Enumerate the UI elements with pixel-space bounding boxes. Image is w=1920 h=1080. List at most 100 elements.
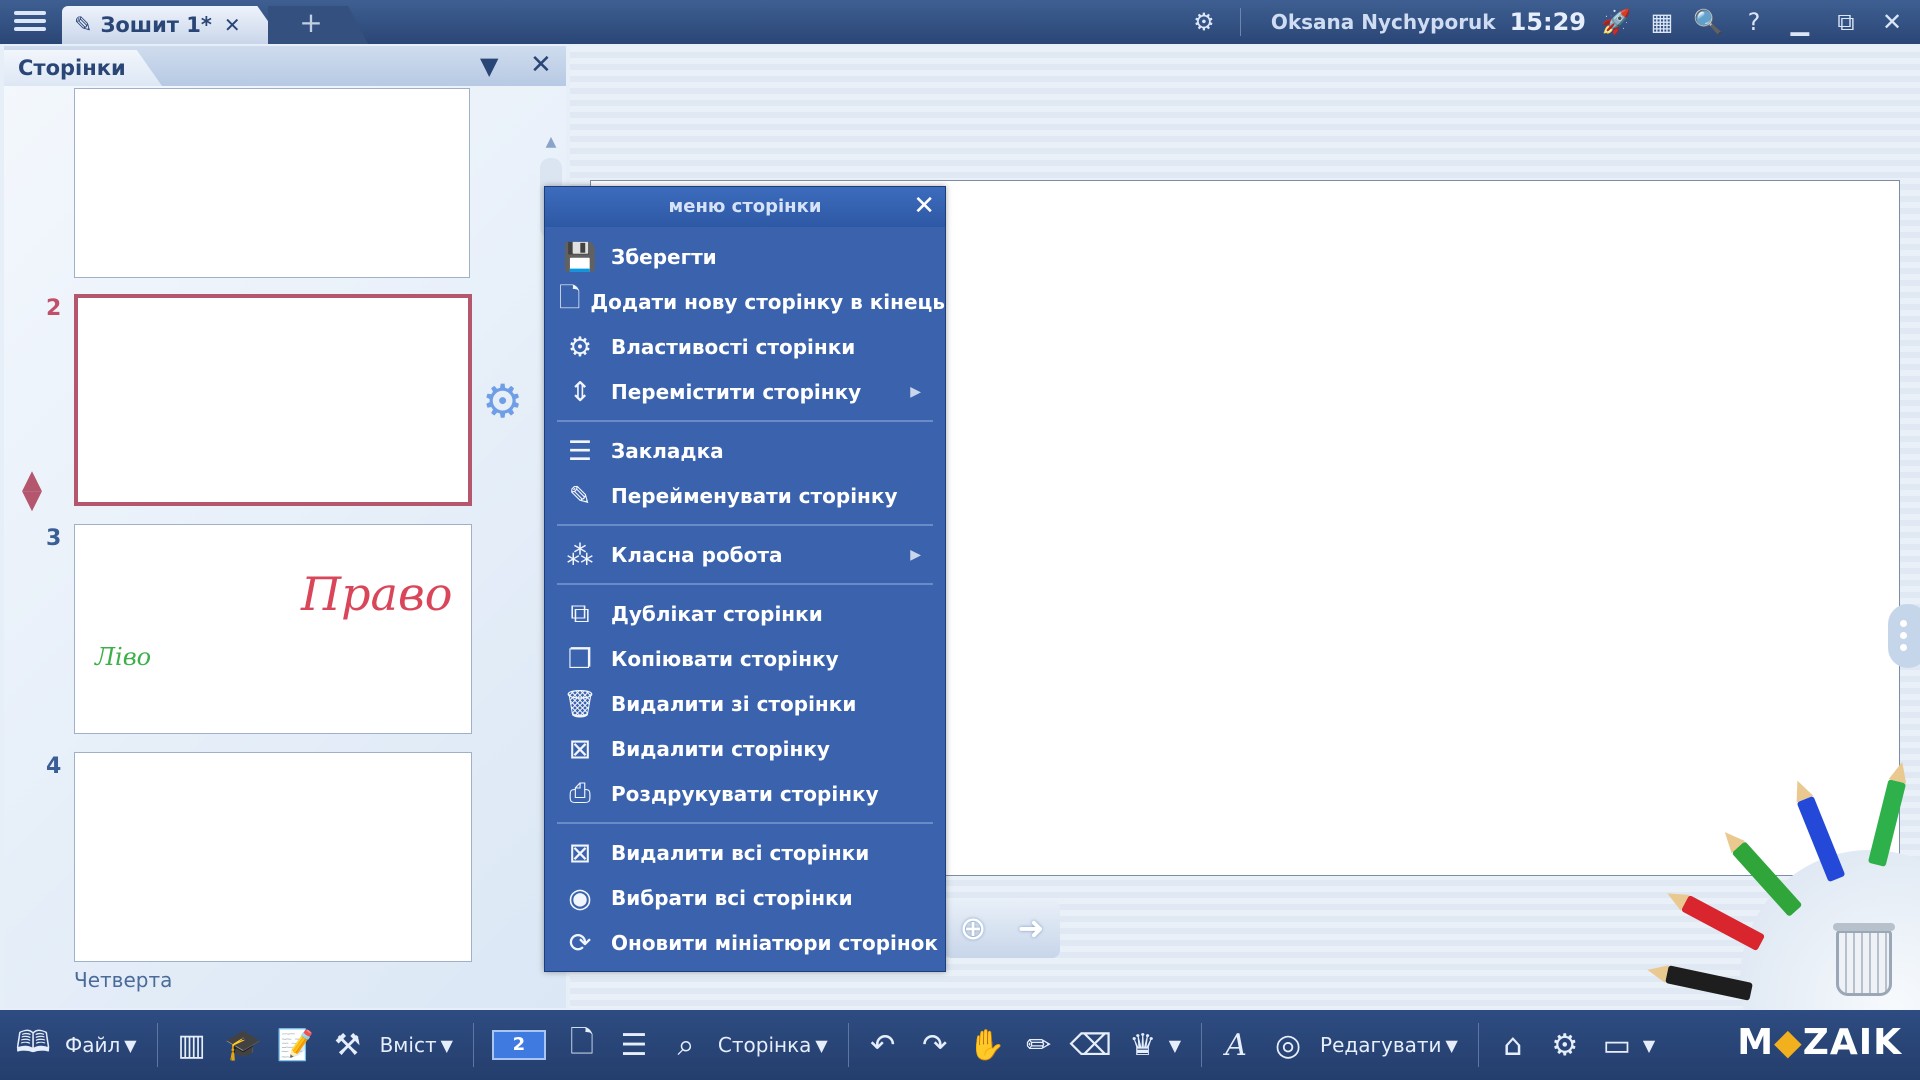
hand-icon[interactable]: ✋ — [964, 1028, 1010, 1063]
highlighter-icon[interactable]: ✏ — [1016, 1028, 1062, 1063]
close-tab-icon[interactable]: ✕ — [224, 13, 241, 37]
scroll-up-icon[interactable]: ▲ — [542, 134, 560, 152]
pages-panel-title[interactable]: Сторінки — [4, 50, 162, 86]
tools-icon[interactable]: ⚒ — [325, 1028, 371, 1063]
panels-icon[interactable]: ▥ — [169, 1028, 215, 1063]
menu-item-save[interactable]: 💾 Зберегти — [545, 235, 945, 279]
menu-item-delete-page[interactable]: ⊠ Видалити сторінку — [545, 727, 945, 771]
crown-icon[interactable]: ♛ — [1120, 1028, 1166, 1063]
refresh-icon: ⟳ — [568, 927, 592, 959]
grid-icon[interactable]: ▦ — [1646, 8, 1678, 36]
chevron-down-icon[interactable]: ▼ — [441, 1036, 453, 1055]
menu-item-duplicate-page[interactable]: ⧉ Дублікат сторінки — [545, 592, 945, 636]
user-name[interactable]: Oksana Nychyporuk — [1271, 10, 1496, 34]
bottom-toolbar: 🕮 Файл ▼ ▥ 🎓 📝 ⚒ Вміст ▼ 2 🗋 ☰ ⌕ Сторінк… — [0, 1010, 1920, 1080]
page-thumbnail-4[interactable] — [74, 752, 472, 962]
page-nav-buttons: ⊕ ➜ — [944, 900, 1060, 958]
page-list-icon[interactable]: ☰ — [611, 1028, 657, 1063]
add-page-icon[interactable]: ⊕ — [944, 900, 1002, 958]
edit-menu[interactable]: Редагувати — [1320, 1033, 1441, 1057]
rename-icon: ✎ — [568, 480, 592, 512]
logo-part: ZAIK — [1802, 1022, 1902, 1063]
page-number-4: 4 — [46, 754, 62, 779]
page-menu-gear-icon[interactable]: ⚙ — [482, 374, 523, 428]
book-icon[interactable]: 🕮 — [10, 1020, 56, 1071]
chevron-down-icon[interactable]: ▼ — [124, 1036, 136, 1055]
redo-icon[interactable]: ↷ — [912, 1028, 958, 1063]
eraser-icon[interactable]: ⌫ — [1068, 1028, 1114, 1063]
delete-page-icon: ⊠ — [568, 733, 592, 765]
menu-item-rename-page[interactable]: ✎ Перейменувати сторінку — [545, 474, 945, 518]
divider — [1239, 8, 1241, 36]
add-page-icon[interactable]: 🗋 — [559, 1020, 605, 1071]
undo-icon[interactable]: ↶ — [860, 1028, 906, 1063]
page-thumbnail-3[interactable]: Право Ліво — [74, 524, 472, 734]
menu-item-select-all-pages[interactable]: ◉ Вибрати всі сторінки — [545, 876, 945, 920]
chevron-down-icon[interactable]: ▼ — [1169, 1036, 1181, 1055]
clock: 15:29 — [1509, 8, 1586, 36]
search-icon[interactable]: 🔍 — [1692, 8, 1724, 36]
menu-item-label: Властивості сторінки — [611, 335, 856, 359]
select-tool-icon[interactable]: ◎ — [1265, 1028, 1311, 1063]
menu-item-label: Вибрати всі сторінки — [611, 886, 853, 910]
menu-item-move-page[interactable]: ⇕ Перемістити сторінку ▶ — [545, 370, 945, 414]
rocket-icon[interactable]: 🚀 — [1600, 8, 1632, 36]
page-settings-icon: ⚙ — [567, 331, 593, 363]
menu-item-delete-all-pages[interactable]: ⊠ Видалити всі сторінки — [545, 831, 945, 875]
trash-icon[interactable] — [1833, 923, 1895, 996]
new-tab-button[interactable]: + — [268, 6, 368, 44]
menu-item-print-page[interactable]: ⎙ Роздрукувати сторінку — [545, 772, 945, 816]
document-tab[interactable]: ✎ Зошит 1* ✕ — [62, 6, 284, 44]
page-caption-4: Четверта — [74, 968, 173, 992]
menu-item-label: Дублікат сторінки — [611, 602, 823, 626]
menu-item-page-properties[interactable]: ⚙ Властивості сторінки — [545, 325, 945, 369]
restore-icon[interactable]: ⧉ — [1830, 8, 1862, 36]
gear-icon[interactable]: ⚙ — [1188, 8, 1220, 36]
current-page-number[interactable]: 2 — [491, 1030, 546, 1060]
file-menu[interactable]: Файл — [65, 1033, 120, 1057]
copy-icon: ❐ — [567, 643, 593, 675]
page-thumbnail-1[interactable] — [74, 88, 470, 278]
context-menu-header: меню сторінки ✕ — [545, 187, 945, 227]
chevron-down-icon[interactable]: ▼ — [1643, 1036, 1655, 1055]
page-number-2: 2 — [46, 296, 62, 321]
close-icon[interactable]: ✕ — [1876, 8, 1908, 36]
menu-item-bookmark[interactable]: ☰ Закладка — [545, 429, 945, 473]
page-menu[interactable]: Сторінка — [718, 1033, 812, 1057]
help-icon[interactable]: ? — [1738, 8, 1770, 36]
menu-separator — [557, 583, 933, 585]
home-icon[interactable]: ⌂ — [1490, 1028, 1536, 1063]
gear-icon[interactable]: ⚙ — [1542, 1028, 1588, 1063]
menu-item-clear-page[interactable]: 🗑 Видалити зі сторінки — [545, 682, 945, 726]
next-page-icon[interactable]: ➜ — [1002, 900, 1060, 958]
menu-item-copy-page[interactable]: ❐ Копіювати сторінку — [545, 637, 945, 681]
minimize-icon[interactable]: ▁ — [1784, 8, 1816, 36]
menu-item-label: Перемістити сторінку — [611, 380, 862, 404]
menu-item-label: Класна робота — [611, 543, 783, 567]
move-handle-icon[interactable]: ▲ ▼ — [22, 467, 42, 513]
content-menu[interactable]: Вміст — [380, 1033, 437, 1057]
menu-item-refresh-thumbnails[interactable]: ⟳ Оновити мініатюри сторінок — [545, 921, 945, 965]
chevron-down-icon[interactable]: ▼ — [815, 1036, 827, 1055]
chevron-down-icon[interactable]: ▼ — [480, 52, 498, 80]
side-panel-handle[interactable] — [1888, 604, 1920, 668]
document-title: Зошит 1* — [100, 13, 212, 37]
print-icon: ⎙ — [569, 778, 591, 809]
menu-item-classwork[interactable]: ⁂ Класна робота ▶ — [545, 533, 945, 577]
menu-item-label: Копіювати сторінку — [611, 647, 839, 671]
menu-icon[interactable] — [10, 7, 50, 37]
handwriting-right: Право — [301, 567, 453, 621]
menu-item-add-page[interactable]: 🗋 Додати нову сторінку в кінець — [545, 280, 945, 324]
tray-icon[interactable]: ▭ — [1594, 1028, 1640, 1063]
close-icon[interactable]: ✕ — [530, 50, 552, 80]
graduation-cap-icon[interactable]: 🎓 — [221, 1028, 267, 1063]
page-thumbnail-2[interactable] — [74, 294, 472, 506]
zoom-icon[interactable]: ⌕ — [663, 1028, 709, 1063]
menu-separator — [557, 420, 933, 422]
notes-icon[interactable]: 📝 — [273, 1028, 319, 1063]
menu-item-label: Оновити мініатюри сторінок — [611, 931, 938, 955]
chevron-down-icon[interactable]: ▼ — [1446, 1036, 1458, 1055]
text-tool-icon[interactable]: A — [1213, 1028, 1259, 1063]
title-bar-right: ⚙ Oksana Nychyporuk 15:29 🚀 ▦ 🔍 ? ▁ ⧉ ✕ — [1188, 0, 1908, 44]
close-icon[interactable]: ✕ — [913, 191, 935, 221]
